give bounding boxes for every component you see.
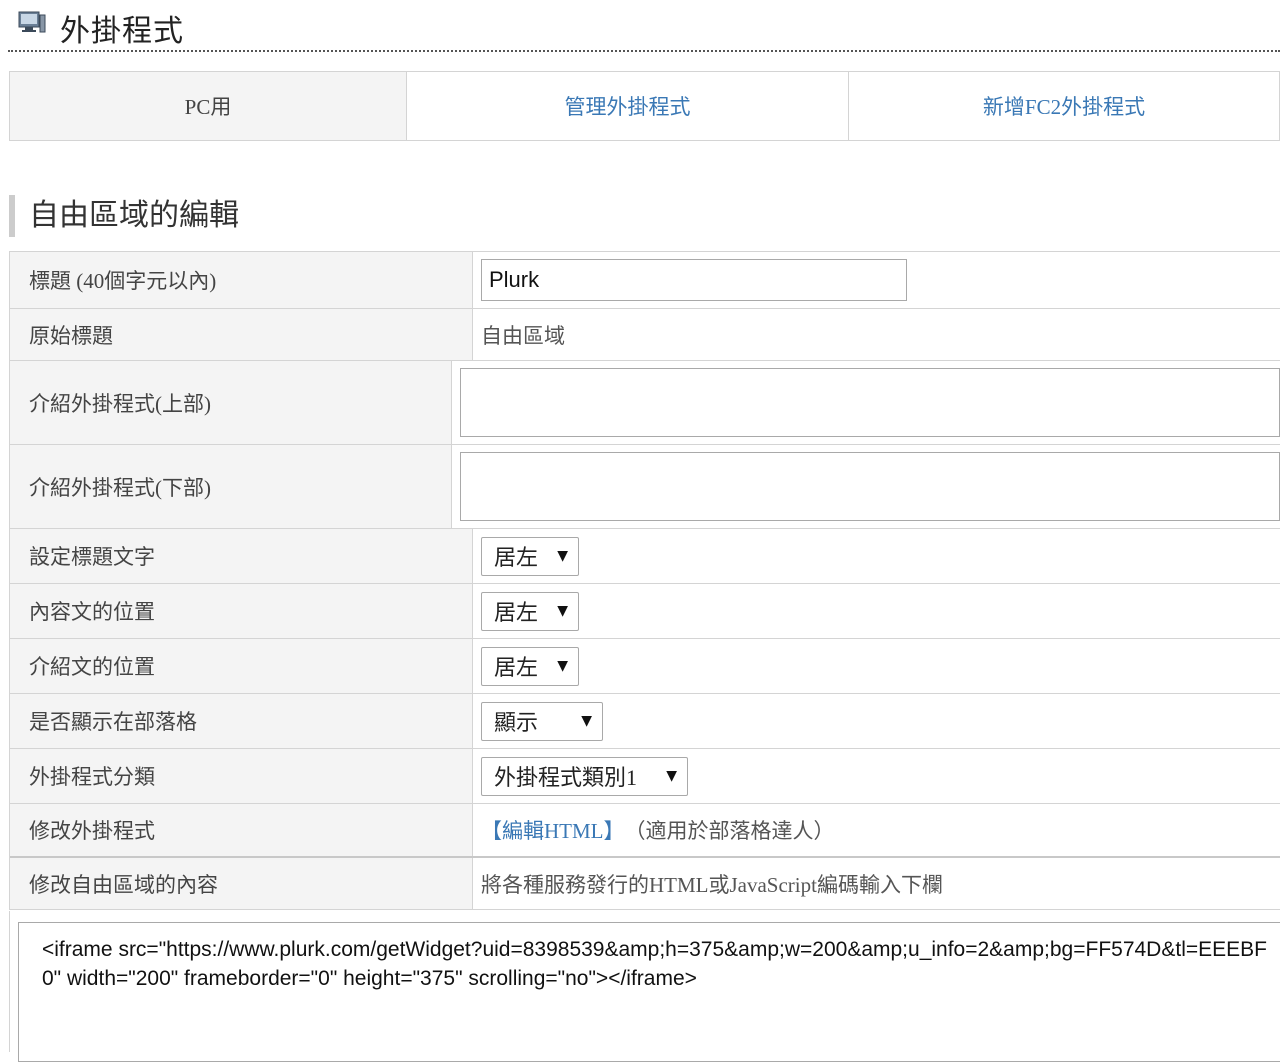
edit-content-hint: 將各種服務發行的HTML或JavaScript編碼輸入下欄 xyxy=(481,872,943,897)
form-row-edit-plugin: 修改外掛程式 【編輯HTML】 （適用於部落格達人） xyxy=(10,804,1280,858)
form-row-intro-bottom: 介紹外掛程式(下部) xyxy=(10,445,1280,529)
form-row-edit-content: 修改自由區域的內容 將各種服務發行的HTML或JavaScript編碼輸入下欄 xyxy=(10,858,1280,910)
edit-content-label: 修改自由區域的內容 xyxy=(10,858,473,909)
form-row-original-title: 原始標題 自由區域 xyxy=(10,309,1280,361)
form-row-intro-top: 介紹外掛程式(上部) xyxy=(10,361,1280,445)
chevron-down-icon: ▼ xyxy=(557,548,568,564)
page-title: 外掛程式 xyxy=(60,15,184,48)
page-header: 外掛程式 xyxy=(8,0,1280,52)
title-align-label: 設定標題文字 xyxy=(10,529,473,583)
category-value: 外掛程式類別1 xyxy=(494,765,638,790)
chevron-down-icon: ▼ xyxy=(557,603,568,619)
display-value: 顯示 xyxy=(494,710,539,735)
chevron-down-icon: ▼ xyxy=(581,713,592,729)
edit-html-note: （適用於部落格達人） xyxy=(624,819,835,843)
section-title: 自由區域的編輯 xyxy=(9,195,239,237)
display-select[interactable]: 顯示 ▼ xyxy=(481,701,603,741)
category-select[interactable]: 外掛程式類別1 ▼ xyxy=(481,756,688,796)
form-row-display: 是否顯示在部落格 顯示 ▼ xyxy=(10,694,1280,749)
form-row-content-align: 內容文的位置 居左 ▼ xyxy=(10,584,1280,639)
form-row-category: 外掛程式分類 外掛程式類別1 ▼ xyxy=(10,749,1280,804)
intro-align-label: 介紹文的位置 xyxy=(10,639,473,693)
category-label: 外掛程式分類 xyxy=(10,749,473,803)
chevron-down-icon: ▼ xyxy=(666,768,677,784)
title-align-select[interactable]: 居左 ▼ xyxy=(481,536,579,576)
content-align-label: 內容文的位置 xyxy=(10,584,473,638)
original-title-label: 原始標題 xyxy=(10,309,473,360)
intro-align-select[interactable]: 居左 ▼ xyxy=(481,646,579,686)
computer-monitor-icon xyxy=(18,11,46,33)
plugin-edit-form: 標題 (40個字元以內) Plurk 原始標題 自由區域 介紹外掛程式(上部) … xyxy=(9,251,1280,910)
tab-add-fc2-plugin[interactable]: 新增FC2外掛程式 xyxy=(849,72,1279,140)
form-row-intro-align: 介紹文的位置 居左 ▼ xyxy=(10,639,1280,694)
tab-manage-plugins[interactable]: 管理外掛程式 xyxy=(407,72,849,140)
form-row-title-align: 設定標題文字 居左 ▼ xyxy=(10,529,1280,584)
intro-bottom-label: 介紹外掛程式(下部) xyxy=(10,445,452,528)
edit-plugin-label: 修改外掛程式 xyxy=(10,804,473,856)
title-label: 標題 (40個字元以內) xyxy=(10,252,473,308)
tab-pc[interactable]: PC用 xyxy=(10,72,407,140)
chevron-down-icon: ▼ xyxy=(557,658,568,674)
tab-bar: PC用 管理外掛程式 新增FC2外掛程式 xyxy=(9,71,1280,141)
content-align-select[interactable]: 居左 ▼ xyxy=(481,591,579,631)
code-textarea[interactable]: <iframe src="https://www.plurk.com/getWi… xyxy=(18,922,1280,1062)
form-row-title: 標題 (40個字元以內) Plurk xyxy=(10,252,1280,309)
title-input[interactable]: Plurk xyxy=(481,259,907,301)
intro-top-label: 介紹外掛程式(上部) xyxy=(10,361,452,444)
display-label: 是否顯示在部落格 xyxy=(10,694,473,748)
original-title-value: 自由區域 xyxy=(481,323,565,348)
edit-html-link[interactable]: 【編輯HTML】 xyxy=(481,815,625,845)
intro-top-textarea[interactable] xyxy=(460,368,1280,437)
intro-align-value: 居左 xyxy=(494,655,539,680)
content-align-value: 居左 xyxy=(494,600,539,625)
intro-bottom-textarea[interactable] xyxy=(460,452,1280,521)
title-align-value: 居左 xyxy=(494,545,539,570)
